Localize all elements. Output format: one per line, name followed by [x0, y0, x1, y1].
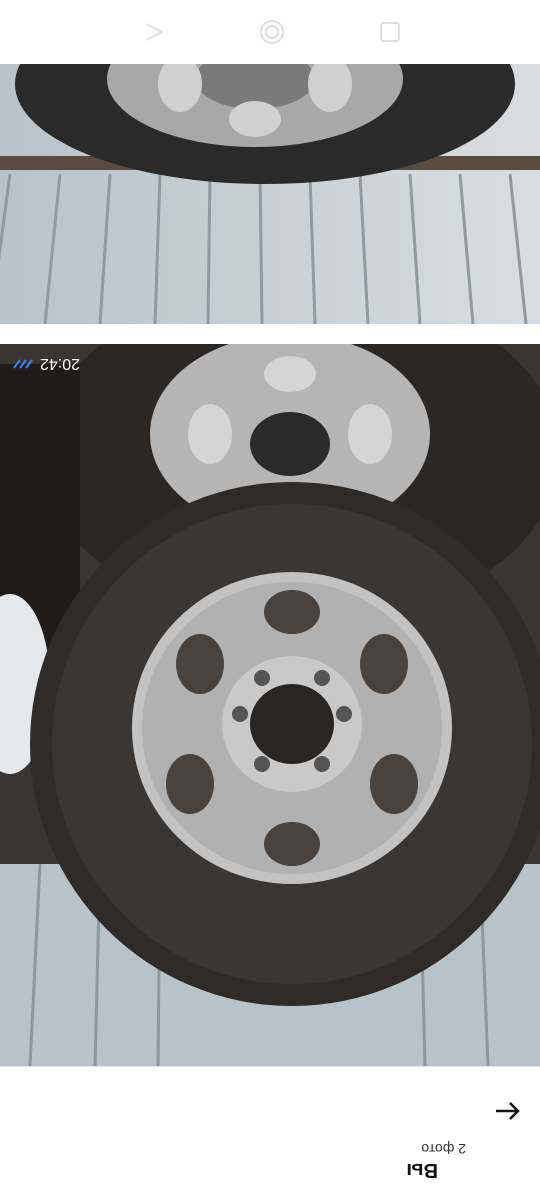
recent-apps-icon[interactable] [372, 14, 408, 50]
system-navigation-bar [0, 0, 540, 64]
back-icon[interactable] [136, 14, 172, 50]
attachment-count: 2 фото [421, 1141, 466, 1157]
tire-photo-1[interactable] [0, 64, 540, 324]
sender-name: Вы [406, 1159, 438, 1181]
signal-icon [13, 359, 33, 369]
tire-image-2 [0, 344, 540, 1066]
message-bar: Вы 2 фото [0, 1066, 540, 1201]
photo-divider [0, 324, 540, 344]
tire-photo-2[interactable] [0, 344, 540, 1066]
arrow-icon[interactable] [490, 1093, 526, 1129]
status-bar: 20:42 [0, 344, 540, 384]
home-icon[interactable] [254, 14, 290, 50]
status-time: 20:42 [40, 355, 81, 372]
tire-image-1 [0, 64, 540, 324]
